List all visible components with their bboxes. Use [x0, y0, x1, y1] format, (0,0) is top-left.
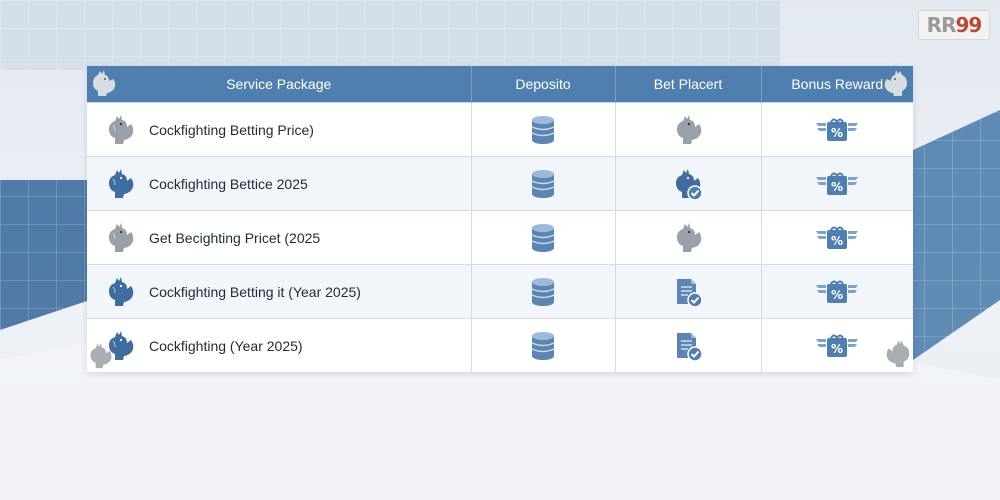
database-icon: [531, 223, 555, 252]
package-name: Get Becighting Pricet (2025: [149, 229, 321, 246]
database-icon: [531, 277, 555, 306]
package-name: Cockfighting (Year 2025): [149, 337, 303, 354]
gift-percent-icon: %: [816, 118, 859, 141]
package-name: Cockfighting Betting Price): [149, 121, 314, 138]
table-row[interactable]: Get Becighting Pricet (2025 %: [87, 210, 913, 265]
table-header-row: Service Package Deposito Bet Placert Bon…: [87, 66, 913, 103]
database-icon: [531, 169, 555, 198]
document-check-icon: [677, 332, 703, 362]
rooster-gray-icon: [677, 222, 702, 252]
column-header-bonus-reward[interactable]: Bonus Reward: [761, 66, 913, 103]
column-header-deposito[interactable]: Deposito: [471, 66, 616, 103]
svg-text:%: %: [831, 234, 843, 248]
brand-logo[interactable]: RR 99: [918, 10, 990, 40]
svg-text:%: %: [831, 126, 843, 140]
package-name: Cockfighting Bettice 2025: [149, 175, 308, 192]
header-label: Deposito: [515, 76, 571, 92]
document-check-icon: [677, 278, 703, 308]
gift-percent-icon: %: [816, 334, 859, 357]
table-row[interactable]: Cockfighting (Year 2025) %: [87, 318, 913, 372]
rooster-check-icon: [676, 168, 703, 201]
rooster-blue-icon: [109, 168, 134, 198]
rooster-gray-icon: [677, 114, 702, 144]
header-label: Bet Placert: [653, 76, 723, 92]
column-header-bet-placert[interactable]: Bet Placert: [615, 66, 762, 103]
header-label: Service Package: [226, 76, 332, 92]
database-icon: [531, 331, 555, 360]
logo-text-a: RR: [926, 13, 957, 37]
service-package-table: Service Package Deposito Bet Placert Bon…: [87, 66, 913, 372]
svg-text:%: %: [831, 288, 843, 302]
rooster-gray-icon: [109, 114, 134, 144]
rooster-icon: [93, 70, 116, 96]
column-header-service-package[interactable]: Service Package: [87, 66, 472, 103]
rooster-gray-icon: [886, 340, 910, 368]
package-name: Cockfighting Betting it (Year 2025): [149, 283, 361, 300]
rooster-gray-icon: [90, 343, 112, 369]
table-row[interactable]: Cockfighting Bettice 2025 %: [87, 156, 913, 211]
logo-text-b: 99: [955, 13, 982, 37]
gift-percent-icon: %: [816, 280, 859, 303]
gift-percent-icon: %: [816, 172, 859, 195]
table-row[interactable]: Cockfighting Betting it (Year 2025) %: [87, 264, 913, 319]
rooster-blue-icon: [109, 276, 134, 306]
gift-percent-icon: %: [816, 226, 859, 249]
rooster-icon: [884, 70, 907, 96]
svg-text:%: %: [831, 180, 843, 194]
rooster-gray-icon: [109, 222, 134, 252]
header-label: Bonus Reward: [791, 76, 884, 92]
database-icon: [531, 115, 555, 144]
svg-text:%: %: [831, 342, 843, 356]
table-row[interactable]: Cockfighting Betting Price) %: [87, 102, 913, 157]
